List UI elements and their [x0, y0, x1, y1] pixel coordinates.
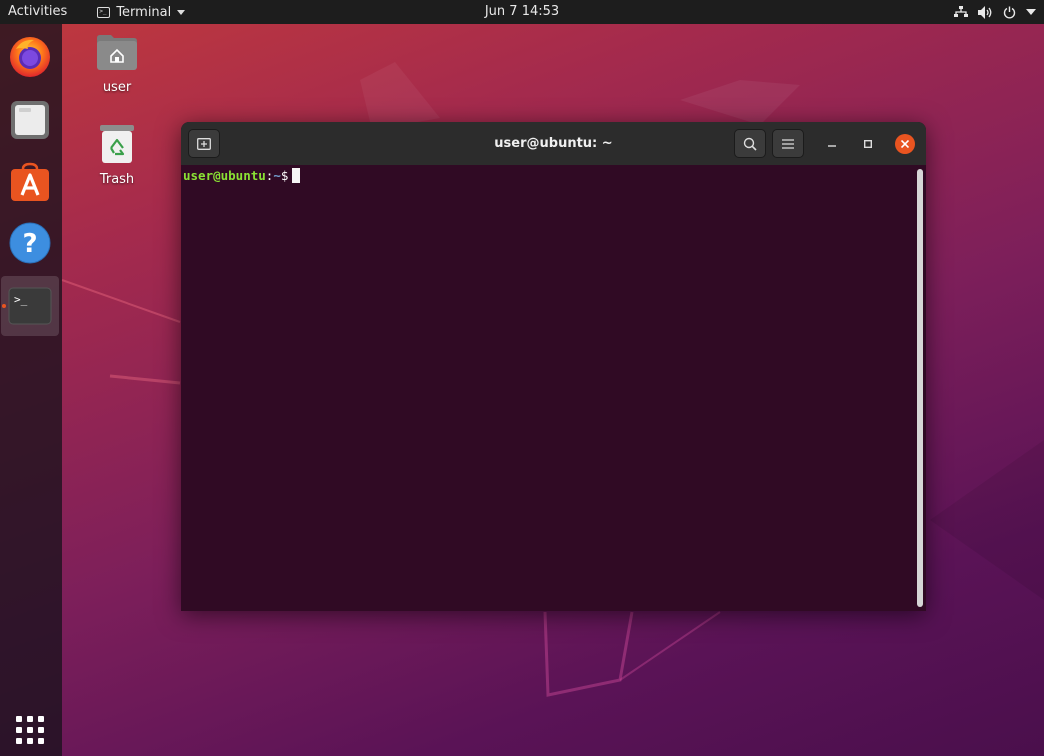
terminal-icon: >_ — [8, 287, 52, 325]
svg-text:>_: >_ — [14, 293, 28, 306]
dock-item-terminal[interactable]: >_ — [1, 276, 59, 336]
dock-item-ubuntu-software[interactable] — [0, 152, 60, 212]
top-bar: Activities >_ Terminal Jun 7 14:53 — [0, 0, 1044, 24]
search-icon — [743, 137, 757, 151]
desktop-icon-label: user — [102, 80, 132, 95]
activities-button[interactable]: Activities — [0, 0, 75, 24]
firefox-icon — [10, 37, 50, 77]
minimize-icon — [828, 145, 836, 147]
volume-icon — [978, 5, 992, 19]
titlebar[interactable]: user@ubuntu: ~ — [181, 122, 926, 165]
maximize-icon — [864, 140, 872, 148]
dock-item-help[interactable]: ? — [0, 213, 60, 273]
home-folder-icon — [97, 35, 137, 70]
help-icon: ? — [9, 222, 51, 264]
network-icon — [954, 6, 968, 17]
desktop-icon-label: Trash — [99, 172, 135, 187]
prompt-path: ~ — [273, 168, 281, 183]
close-button[interactable] — [895, 134, 915, 154]
system-tray[interactable] — [954, 0, 1036, 24]
dock-item-firefox[interactable] — [0, 27, 60, 87]
desktop-icon-trash[interactable]: Trash — [81, 124, 153, 187]
app-menu-label: Terminal — [116, 4, 172, 20]
terminal-window: user@ubuntu: ~ user@ubuntu:~$ — [181, 122, 926, 611]
new-tab-icon — [197, 137, 211, 150]
chevron-down-icon — [1026, 9, 1036, 15]
files-icon — [11, 101, 49, 139]
minimize-button[interactable] — [822, 134, 842, 154]
dock: ? >_ — [0, 24, 62, 756]
terminal-output[interactable]: user@ubuntu:~$ — [181, 165, 926, 611]
window-title: user@ubuntu: ~ — [494, 136, 613, 151]
terminal-icon: >_ — [97, 6, 111, 18]
search-button[interactable] — [734, 129, 766, 158]
maximize-button[interactable] — [858, 134, 878, 154]
show-applications-button[interactable] — [0, 710, 60, 750]
new-tab-button[interactable] — [188, 129, 220, 158]
menu-button[interactable] — [772, 129, 804, 158]
clock[interactable]: Jun 7 14:53 — [485, 4, 559, 19]
prompt-symbol: $ — [280, 168, 289, 183]
app-menu[interactable]: >_ Terminal — [97, 0, 186, 24]
hamburger-icon — [782, 138, 794, 149]
power-icon — [1003, 6, 1016, 18]
dock-item-files[interactable] — [0, 90, 60, 150]
svg-text:?: ? — [22, 229, 37, 259]
prompt-user: user@ubuntu — [183, 168, 266, 183]
text-cursor — [292, 168, 301, 183]
trash-icon — [100, 125, 134, 163]
close-icon — [901, 140, 909, 148]
software-icon — [11, 162, 49, 201]
scrollbar[interactable] — [917, 169, 923, 607]
desktop-icon-home[interactable]: user — [81, 32, 153, 95]
chevron-down-icon — [177, 9, 186, 15]
active-indicator — [2, 304, 6, 308]
grid-icon — [16, 716, 44, 744]
